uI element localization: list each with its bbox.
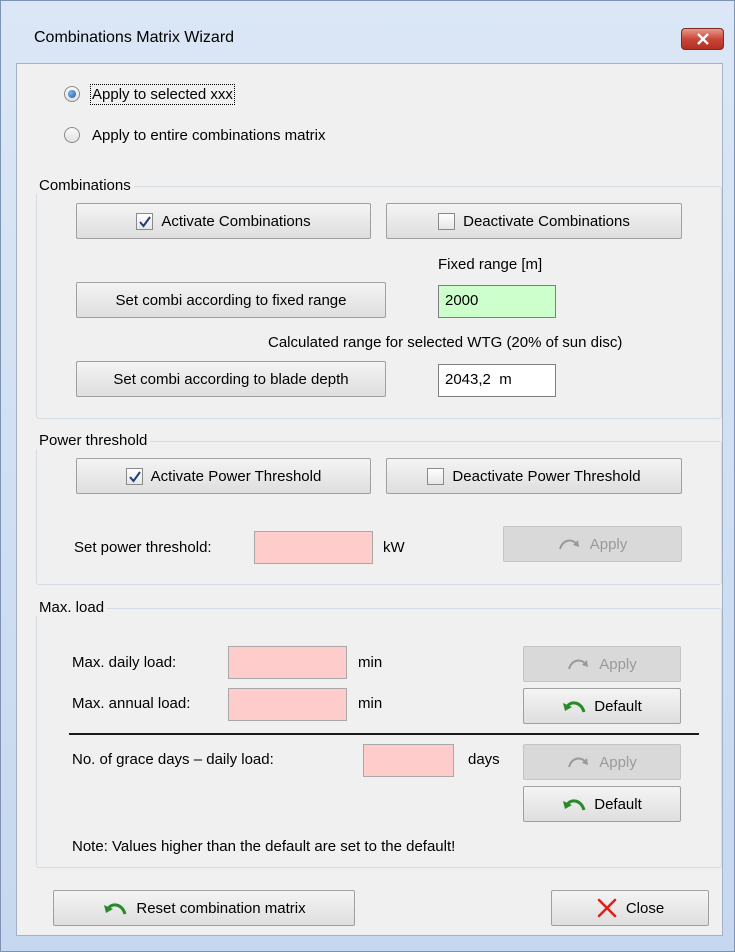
redo-arrow-icon bbox=[568, 757, 589, 768]
deactivate-combinations-checkbox[interactable] bbox=[438, 212, 456, 230]
calculated-range-caption: Calculated range for selected WTG (20% o… bbox=[268, 334, 623, 351]
activate-power-threshold-label: Activate Power Threshold bbox=[150, 467, 322, 485]
max-annual-load-label: Max. annual load: bbox=[72, 695, 191, 712]
max-load-apply-button[interactable]: Apply bbox=[523, 646, 681, 682]
set-combi-fixed-range-button[interactable]: Set combi according to fixed range bbox=[76, 282, 386, 318]
max-daily-load-input[interactable] bbox=[228, 646, 347, 679]
power-threshold-apply-button[interactable]: Apply bbox=[503, 526, 682, 562]
deactivate-power-threshold-checkbox[interactable] bbox=[427, 467, 445, 485]
combinations-legend: Combinations bbox=[36, 177, 134, 194]
reset-combination-matrix-label: Reset combination matrix bbox=[136, 899, 306, 917]
grace-days-default-label: Default bbox=[594, 795, 642, 813]
checkmark-icon bbox=[128, 470, 141, 483]
close-label: Close bbox=[625, 899, 665, 917]
undo-arrow-icon bbox=[563, 799, 586, 811]
undo-arrow-icon bbox=[563, 701, 586, 713]
close-icon bbox=[697, 33, 709, 45]
max-daily-load-unit: min bbox=[358, 654, 383, 671]
max-load-default-label: Default bbox=[594, 697, 642, 715]
reset-combination-matrix-button[interactable]: Reset combination matrix bbox=[53, 890, 355, 926]
power-threshold-apply-label: Apply bbox=[589, 535, 628, 553]
window-close-button[interactable] bbox=[681, 28, 724, 50]
power-threshold-legend: Power threshold bbox=[36, 432, 151, 449]
max-annual-load-unit: min bbox=[358, 695, 383, 712]
deactivate-power-threshold-button[interactable]: Deactivate Power Threshold bbox=[386, 458, 682, 494]
grace-days-default-button[interactable]: Default bbox=[523, 786, 681, 822]
apply-selected-label[interactable]: Apply to selected xxx bbox=[90, 84, 235, 105]
set-power-threshold-label: Set power threshold: bbox=[74, 539, 212, 556]
dialog-body: Apply to selected xxx Apply to entire co… bbox=[16, 63, 723, 936]
max-annual-load-input[interactable] bbox=[228, 688, 347, 721]
deactivate-power-threshold-label: Deactivate Power Threshold bbox=[452, 467, 641, 485]
grace-days-input[interactable] bbox=[363, 744, 454, 777]
activate-power-threshold-button[interactable]: Activate Power Threshold bbox=[76, 458, 371, 494]
max-daily-load-label: Max. daily load: bbox=[72, 654, 177, 671]
grace-days-apply-label: Apply bbox=[599, 753, 637, 771]
close-icon bbox=[597, 898, 617, 918]
close-button[interactable]: Close bbox=[551, 890, 709, 926]
max-load-default-button[interactable]: Default bbox=[523, 688, 681, 724]
max-load-note: Note: Values higher than the default are… bbox=[72, 838, 456, 855]
apply-selected-radio[interactable] bbox=[64, 86, 80, 102]
calculated-range-value: 2043,2 m bbox=[438, 364, 556, 397]
power-threshold-unit: kW bbox=[383, 539, 405, 556]
redo-arrow-icon bbox=[558, 539, 579, 550]
deactivate-combinations-label: Deactivate Combinations bbox=[463, 212, 630, 230]
set-combi-blade-depth-label: Set combi according to blade depth bbox=[113, 370, 349, 388]
activate-combinations-checkbox[interactable] bbox=[136, 212, 154, 230]
max-load-apply-label: Apply bbox=[599, 655, 637, 673]
apply-entire-radio[interactable] bbox=[64, 127, 80, 143]
grace-days-apply-button[interactable]: Apply bbox=[523, 744, 681, 780]
checkmark-icon bbox=[139, 215, 152, 228]
deactivate-combinations-button[interactable]: Deactivate Combinations bbox=[386, 203, 682, 239]
grace-days-unit: days bbox=[468, 751, 500, 768]
divider bbox=[69, 733, 699, 735]
window-title: Combinations Matrix Wizard bbox=[34, 29, 235, 46]
set-combi-fixed-range-label: Set combi according to fixed range bbox=[115, 291, 347, 309]
redo-arrow-icon bbox=[568, 659, 589, 670]
activate-combinations-label: Activate Combinations bbox=[161, 212, 311, 230]
set-combi-blade-depth-button[interactable]: Set combi according to blade depth bbox=[76, 361, 386, 397]
undo-arrow-icon bbox=[104, 903, 127, 915]
power-threshold-input[interactable] bbox=[254, 531, 373, 564]
activate-power-threshold-checkbox[interactable] bbox=[125, 467, 143, 485]
activate-combinations-button[interactable]: Activate Combinations bbox=[76, 203, 371, 239]
grace-days-label: No. of grace days – daily load: bbox=[72, 751, 274, 768]
max-load-legend: Max. load bbox=[36, 599, 108, 616]
dialog-window: Combinations Matrix Wizard Apply to sele… bbox=[0, 0, 735, 952]
apply-entire-label[interactable]: Apply to entire combinations matrix bbox=[92, 127, 325, 144]
fixed-range-caption: Fixed range [m] bbox=[438, 256, 543, 273]
fixed-range-input[interactable]: 2000 bbox=[438, 285, 556, 318]
